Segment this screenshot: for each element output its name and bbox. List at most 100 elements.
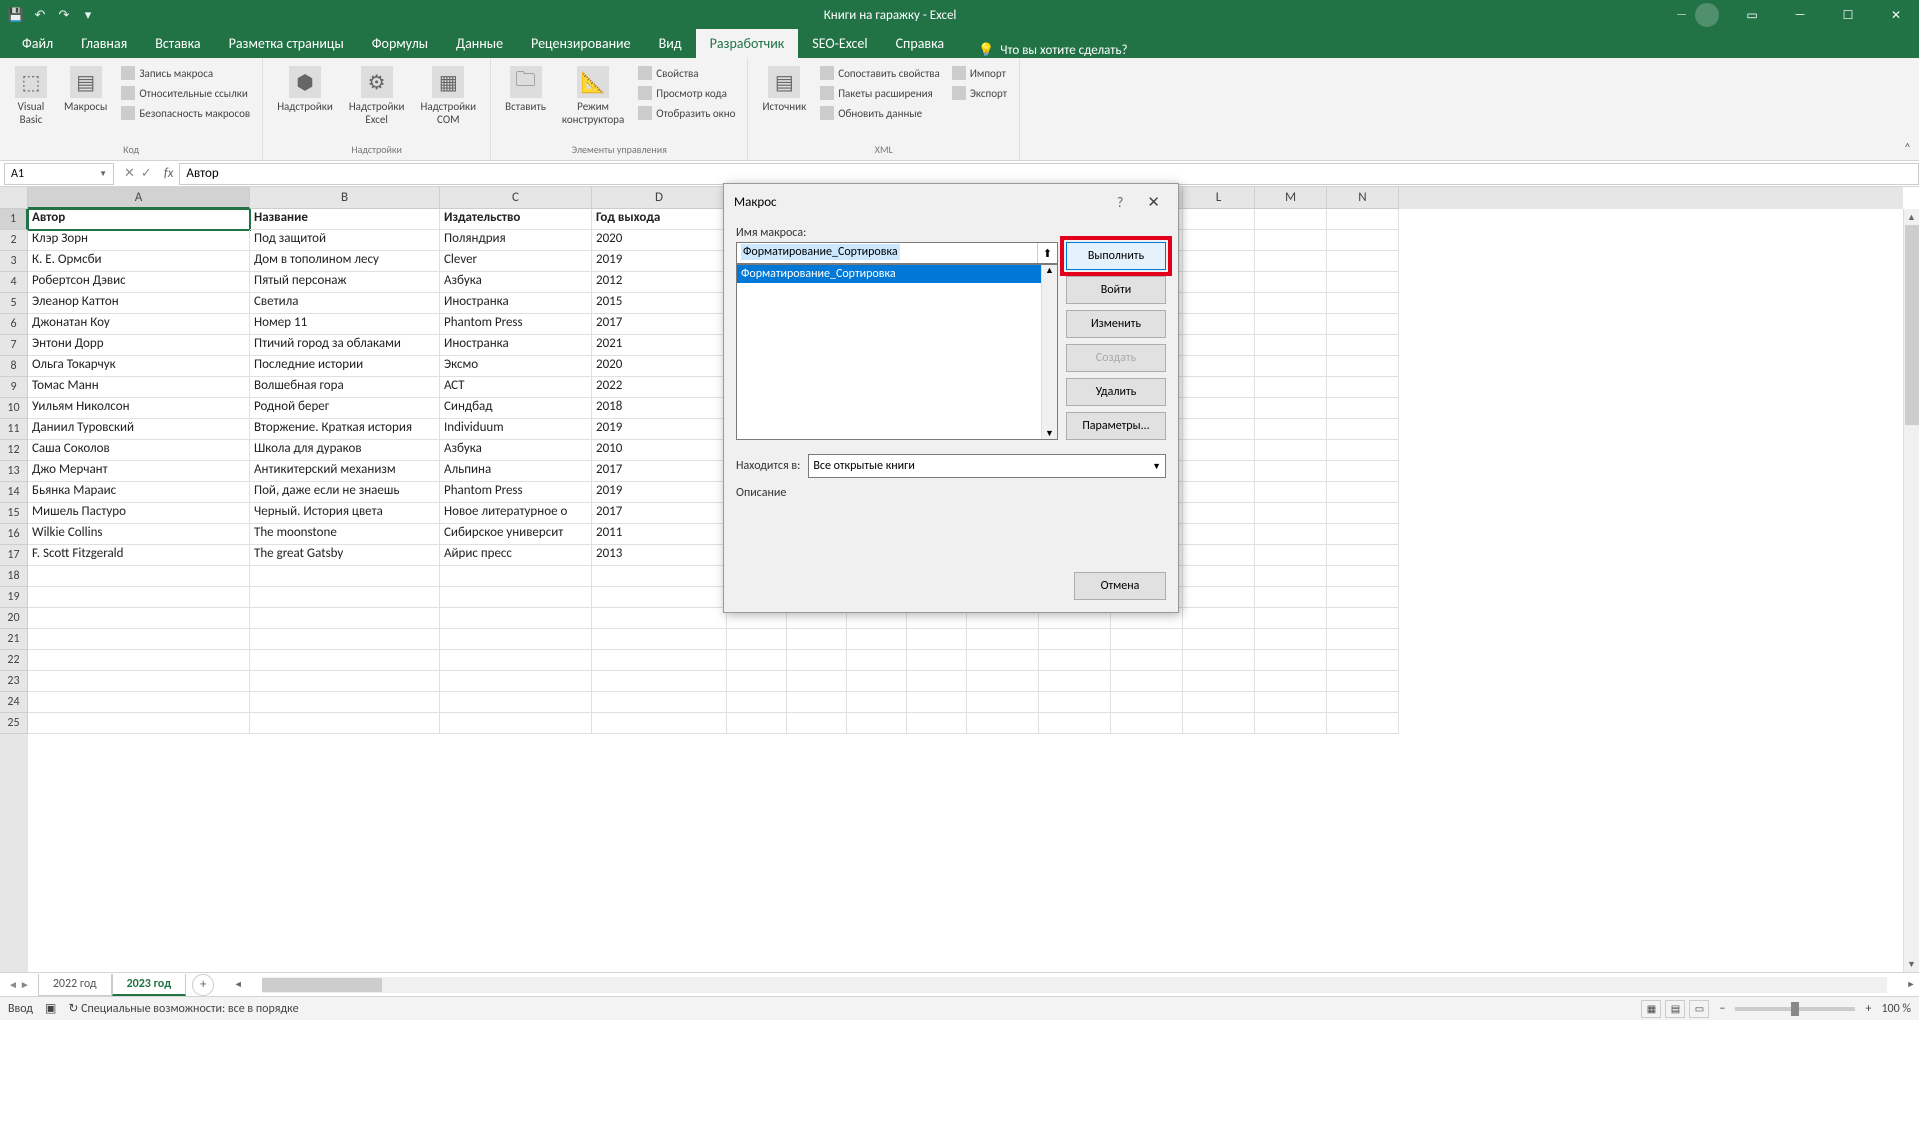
cell-A9[interactable]: Томас Манн xyxy=(28,377,250,398)
cell-C3[interactable]: Clever xyxy=(440,251,592,272)
cell-N7[interactable] xyxy=(1327,335,1399,356)
row-header-13[interactable]: 13 xyxy=(0,461,28,482)
cell-N10[interactable] xyxy=(1327,398,1399,419)
cell-M12[interactable] xyxy=(1255,440,1327,461)
vertical-scrollbar[interactable]: ▲ ▼ xyxy=(1903,209,1919,972)
cell-D8[interactable]: 2020 xyxy=(592,356,727,377)
cell-L1[interactable] xyxy=(1183,209,1255,230)
cell-L21[interactable] xyxy=(1183,629,1255,650)
cell-A25[interactable] xyxy=(28,713,250,734)
tab-вид[interactable]: Вид xyxy=(645,29,696,58)
cell-L15[interactable] xyxy=(1183,503,1255,524)
cell-B7[interactable]: Птичий город за облаками xyxy=(250,335,440,356)
cell-J25[interactable] xyxy=(1039,713,1111,734)
tab-рецензирование[interactable]: Рецензирование xyxy=(517,29,645,58)
cell-D5[interactable]: 2015 xyxy=(592,293,727,314)
cell-B8[interactable]: Последние истории xyxy=(250,356,440,377)
undo-icon[interactable]: ↶ xyxy=(32,7,48,23)
cell-B20[interactable] xyxy=(250,608,440,629)
cell-B21[interactable] xyxy=(250,629,440,650)
cell-D14[interactable]: 2019 xyxy=(592,482,727,503)
cell-N3[interactable] xyxy=(1327,251,1399,272)
excel-addins-button[interactable]: ⚙Надстройки Excel xyxy=(341,62,413,130)
cell-E24[interactable] xyxy=(727,692,787,713)
cell-M16[interactable] xyxy=(1255,524,1327,545)
cell-N22[interactable] xyxy=(1327,650,1399,671)
cell-D22[interactable] xyxy=(592,650,727,671)
cell-C9[interactable]: АСТ xyxy=(440,377,592,398)
tab-разработчик[interactable]: Разработчик xyxy=(696,29,799,58)
cell-B15[interactable]: Черный. История цвета xyxy=(250,503,440,524)
col-header-D[interactable]: D xyxy=(592,187,727,209)
cell-M9[interactable] xyxy=(1255,377,1327,398)
cell-L20[interactable] xyxy=(1183,608,1255,629)
cell-I25[interactable] xyxy=(967,713,1039,734)
relative-refs-button[interactable]: Относительные ссылки xyxy=(119,84,252,102)
col-header-M[interactable]: M xyxy=(1255,187,1327,209)
cell-N24[interactable] xyxy=(1327,692,1399,713)
select-all-corner[interactable] xyxy=(0,187,28,209)
save-icon[interactable]: 💾 xyxy=(8,7,24,23)
cell-D24[interactable] xyxy=(592,692,727,713)
macro-list-scrollbar[interactable]: ▲ ▼ xyxy=(1041,265,1057,439)
cell-L22[interactable] xyxy=(1183,650,1255,671)
cell-D1[interactable]: Год выхода xyxy=(592,209,727,230)
cell-D10[interactable]: 2018 xyxy=(592,398,727,419)
cell-H24[interactable] xyxy=(907,692,967,713)
scroll-up-icon[interactable]: ▲ xyxy=(1904,209,1919,225)
cell-B2[interactable]: Под защитой xyxy=(250,230,440,251)
cell-M20[interactable] xyxy=(1255,608,1327,629)
map-props-button[interactable]: Сопоставить свойства xyxy=(818,64,942,82)
cell-C21[interactable] xyxy=(440,629,592,650)
cell-N21[interactable] xyxy=(1327,629,1399,650)
cell-A1[interactable]: Автор xyxy=(28,209,250,230)
cell-M13[interactable] xyxy=(1255,461,1327,482)
cell-M6[interactable] xyxy=(1255,314,1327,335)
cell-N4[interactable] xyxy=(1327,272,1399,293)
sheet-tab-2022-год[interactable]: 2022 год xyxy=(38,974,112,996)
cell-D18[interactable] xyxy=(592,566,727,587)
cell-B24[interactable] xyxy=(250,692,440,713)
cell-D17[interactable]: 2013 xyxy=(592,545,727,566)
cell-E22[interactable] xyxy=(727,650,787,671)
cell-H23[interactable] xyxy=(907,671,967,692)
cell-M7[interactable] xyxy=(1255,335,1327,356)
cell-L9[interactable] xyxy=(1183,377,1255,398)
cell-I24[interactable] xyxy=(967,692,1039,713)
cell-F21[interactable] xyxy=(787,629,847,650)
cell-N19[interactable] xyxy=(1327,587,1399,608)
view-code-button[interactable]: Просмотр кода xyxy=(636,84,737,102)
macro-record-status-icon[interactable]: ▣ xyxy=(45,1001,56,1016)
cell-L12[interactable] xyxy=(1183,440,1255,461)
cell-L14[interactable] xyxy=(1183,482,1255,503)
cell-A24[interactable] xyxy=(28,692,250,713)
row-header-5[interactable]: 5 xyxy=(0,293,28,314)
cell-C2[interactable]: Поляндрия xyxy=(440,230,592,251)
tab-формулы[interactable]: Формулы xyxy=(358,29,442,58)
cell-C17[interactable]: Айрис пресс xyxy=(440,545,592,566)
cell-M1[interactable] xyxy=(1255,209,1327,230)
cell-B10[interactable]: Родной берег xyxy=(250,398,440,419)
cell-L6[interactable] xyxy=(1183,314,1255,335)
name-box-dropdown-icon[interactable]: ▼ xyxy=(99,169,107,179)
zoom-in-icon[interactable]: + xyxy=(1865,1002,1871,1016)
cell-M17[interactable] xyxy=(1255,545,1327,566)
macro-name-input[interactable]: Форматирование_Сортировка xyxy=(737,243,1037,263)
zoom-level[interactable]: 100 % xyxy=(1881,1002,1911,1016)
cell-A3[interactable]: К. Е. Ормсби xyxy=(28,251,250,272)
cell-J22[interactable] xyxy=(1039,650,1111,671)
cell-A19[interactable] xyxy=(28,587,250,608)
expansion-packs-button[interactable]: Пакеты расширения xyxy=(818,84,942,102)
cell-L13[interactable] xyxy=(1183,461,1255,482)
row-header-17[interactable]: 17 xyxy=(0,545,28,566)
tab-главная[interactable]: Главная xyxy=(67,29,141,58)
cell-N20[interactable] xyxy=(1327,608,1399,629)
cell-N6[interactable] xyxy=(1327,314,1399,335)
cell-G21[interactable] xyxy=(847,629,907,650)
cell-D21[interactable] xyxy=(592,629,727,650)
cell-N2[interactable] xyxy=(1327,230,1399,251)
list-scroll-up-icon[interactable]: ▲ xyxy=(1042,265,1057,276)
cell-B17[interactable]: The great Gatsby xyxy=(250,545,440,566)
scroll-right-icon[interactable]: ► xyxy=(1903,977,1919,993)
dialog-titlebar[interactable]: Макрос ? ✕ xyxy=(724,184,1178,220)
